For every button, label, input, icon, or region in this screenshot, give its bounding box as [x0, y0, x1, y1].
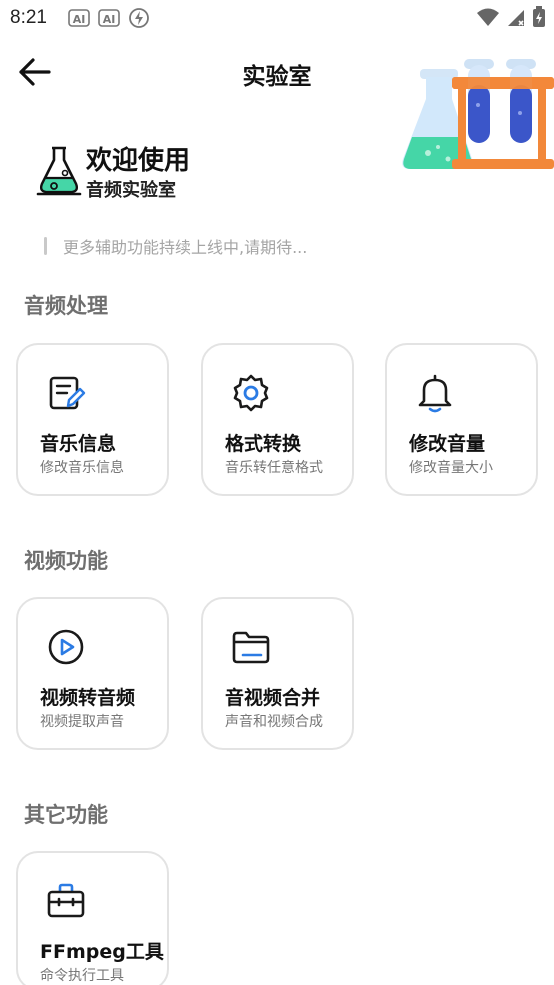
flash-icon [129, 8, 149, 28]
card-desc: 音乐转任意格式 [225, 460, 323, 476]
battery-icon [533, 6, 545, 27]
wifi-icon [477, 8, 499, 26]
card-ffmpeg-tool[interactable]: FFmpeg工具 命令执行工具 [16, 851, 169, 985]
lab-flask-icon [36, 146, 82, 196]
ai-icon: AI [68, 9, 90, 27]
status-icons-left: AI AI [68, 7, 150, 29]
notice-bar [44, 237, 47, 255]
status-icons-right [476, 6, 546, 28]
notice-text: 更多辅助功能持续上线中,请期待... [63, 238, 308, 257]
card-av-merge[interactable]: 音视频合并 声音和视频合成 [201, 597, 354, 750]
status-time: 8:21 [10, 7, 47, 28]
section-title-audio: 音频处理 [24, 294, 108, 318]
card-title: 音乐信息 [40, 433, 117, 455]
svg-text:AI: AI [103, 13, 116, 26]
card-title: 格式转换 [225, 433, 302, 455]
ai-icon: AI [98, 9, 120, 27]
play-circle-icon [48, 629, 84, 665]
edit-document-icon [49, 376, 86, 410]
lab-illustration [402, 59, 554, 169]
card-music-info[interactable]: 音乐信息 修改音乐信息 [16, 343, 169, 496]
section-title-video: 视频功能 [24, 549, 108, 573]
notice-banner: 更多辅助功能持续上线中,请期待... [44, 234, 307, 258]
welcome-title: 欢迎使用 [86, 146, 191, 176]
card-desc: 视频提取声音 [40, 714, 124, 730]
card-title: FFmpeg工具 [40, 941, 164, 963]
card-video-to-audio[interactable]: 视频转音频 视频提取声音 [16, 597, 169, 750]
card-volume[interactable]: 修改音量 修改音量大小 [385, 343, 538, 496]
settings-gear-icon [233, 374, 269, 412]
card-desc: 命令执行工具 [40, 968, 124, 984]
status-bar: 8:21 AI AI [0, 0, 554, 36]
card-format-convert[interactable]: 格式转换 音乐转任意格式 [201, 343, 354, 496]
card-title: 修改音量 [409, 433, 486, 455]
welcome-subtitle: 音频实验室 [86, 180, 176, 201]
card-title: 音视频合并 [225, 687, 321, 709]
svg-text:AI: AI [73, 13, 86, 26]
card-desc: 修改音乐信息 [40, 460, 124, 476]
card-title: 视频转音频 [40, 687, 136, 709]
signal-icon [508, 10, 524, 26]
toolbox-icon [47, 883, 85, 918]
card-desc: 修改音量大小 [409, 460, 493, 476]
welcome-block: 欢迎使用 音频实验室 [36, 140, 336, 204]
section-title-other: 其它功能 [24, 803, 108, 827]
card-desc: 声音和视频合成 [225, 714, 323, 730]
folder-icon [232, 631, 270, 664]
bell-icon [418, 374, 452, 413]
